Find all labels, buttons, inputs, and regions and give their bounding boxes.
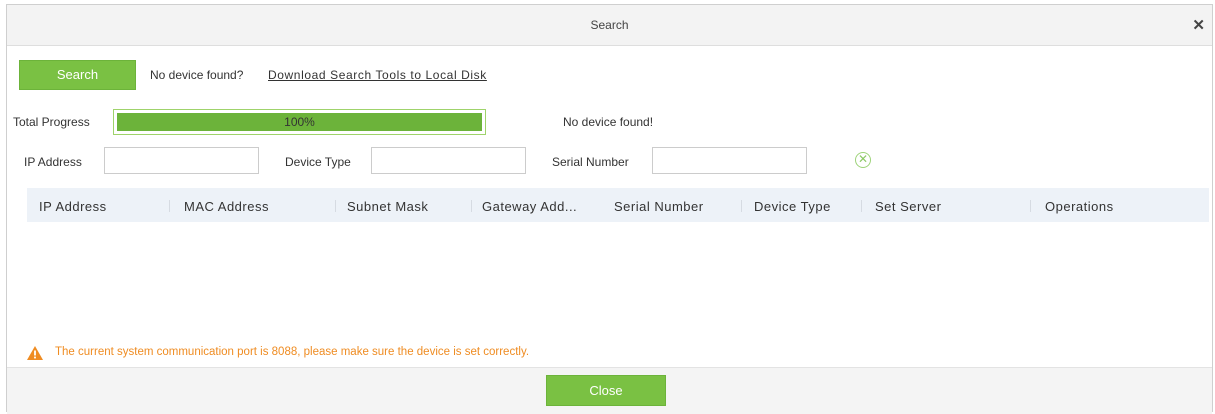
device-table-header: IP Address MAC Address Subnet Mask Gatew…	[27, 188, 1209, 222]
column-divider	[169, 200, 170, 212]
device-type-input[interactable]	[371, 147, 526, 174]
column-header[interactable]: Serial Number	[614, 199, 704, 214]
total-progress-bar: 100%	[113, 109, 486, 135]
clear-filter-icon[interactable]: ✕	[855, 152, 871, 168]
column-divider	[471, 200, 472, 212]
notice-text: The current system communication port is…	[55, 346, 530, 358]
dialog-title: Search	[590, 18, 629, 32]
column-divider	[861, 200, 862, 212]
column-divider	[335, 200, 336, 212]
serial-number-input[interactable]	[652, 147, 807, 174]
dialog-titlebar: Search ✕	[7, 5, 1212, 46]
device-type-label: Device Type	[285, 155, 351, 169]
column-header[interactable]: Set Server	[875, 199, 941, 214]
column-divider	[1030, 200, 1031, 212]
total-progress-label: Total Progress	[13, 115, 90, 129]
column-divider	[741, 200, 742, 212]
column-header[interactable]: Gateway Add...	[482, 199, 577, 214]
column-header[interactable]: Subnet Mask	[347, 199, 428, 214]
warning-icon	[27, 346, 43, 360]
serial-number-label: Serial Number	[552, 155, 629, 169]
download-search-tools-link[interactable]: Download Search Tools to Local Disk	[268, 68, 487, 82]
ip-address-input[interactable]	[104, 147, 259, 174]
ip-address-label: IP Address	[24, 155, 82, 169]
progress-percent-text: 100%	[284, 115, 315, 129]
column-header[interactable]: MAC Address	[184, 199, 269, 214]
column-header[interactable]: Device Type	[754, 199, 831, 214]
search-button[interactable]: Search	[19, 60, 136, 90]
column-header[interactable]: Operations	[1045, 199, 1114, 214]
close-button[interactable]: Close	[546, 375, 666, 406]
column-header[interactable]: IP Address	[39, 199, 107, 214]
progress-status-text: No device found!	[563, 115, 654, 129]
no-device-prompt: No device found?	[150, 68, 244, 82]
dialog-footer: Close	[7, 367, 1212, 414]
search-dialog: Search ✕ Search No device found? Downloa…	[6, 4, 1213, 414]
close-icon[interactable]: ✕	[1192, 16, 1205, 34]
